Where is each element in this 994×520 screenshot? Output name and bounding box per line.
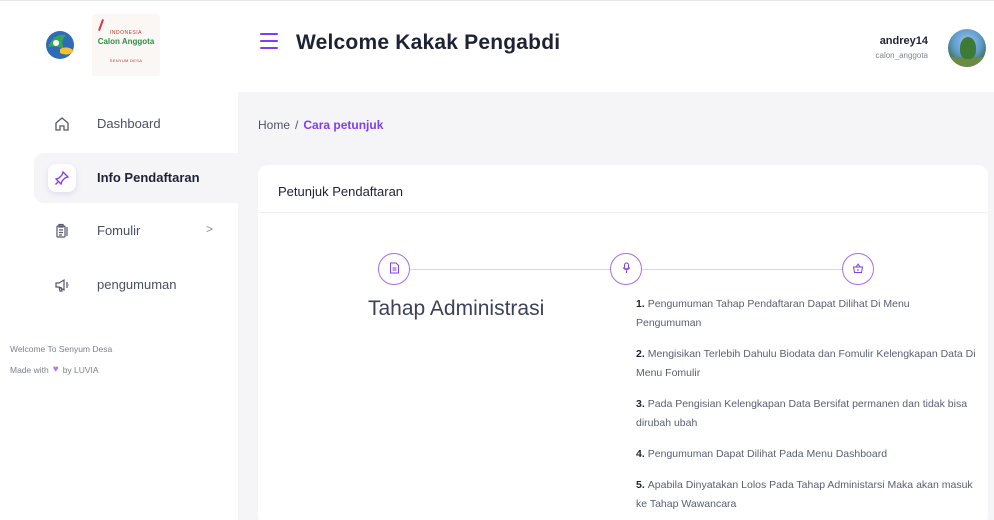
step-title: Tahap Administrasi — [368, 297, 545, 320]
top-header: INDONESIA Calon Anggota SENYUM DESA Welc… — [0, 0, 994, 92]
menu-toggle-button[interactable] — [260, 33, 278, 49]
step-administration[interactable] — [378, 253, 410, 285]
heart-icon: ♥ — [52, 364, 59, 375]
logo-country-text: INDONESIA — [109, 30, 142, 36]
footer-credit: Made with ♥ by LUVIA — [10, 364, 99, 375]
logo-main-text: Calon Anggota — [97, 37, 155, 46]
sidebar-item-label: Dashboard — [97, 116, 161, 131]
instructions-card: Petunjuk Pendaftaran Tahap Administrasi … — [258, 165, 988, 520]
main-content: Home / Cara petunjuk Petunjuk Pendaftaran … — [238, 92, 994, 520]
sidebar-item-info-pendaftaran[interactable]: Info Pendaftaran — [34, 153, 238, 203]
hamburger-icon — [260, 33, 278, 35]
list-item: 5. Apabila Dinyatakan Lolos Pada Tahap Ad… — [636, 479, 973, 510]
sidebar-item-fomulir[interactable]: Fomulir > — [34, 206, 238, 256]
sidebar-item-dashboard[interactable]: Dashboard — [34, 99, 238, 149]
list-item: 1. Pengumuman Tahap Pendaftaran Dapat Dil… — [636, 298, 910, 329]
list-item: 3. Pada Pengisian Kelengkapan Data Bersif… — [636, 398, 968, 429]
footer-made-with: Made with — [10, 364, 49, 375]
megaphone-icon — [48, 271, 76, 299]
card-header: Petunjuk Pendaftaran — [258, 165, 988, 213]
breadcrumb-current: Cara petunjuk — [303, 118, 384, 132]
list-item: 2. Mengisikan Terlebih Dahulu Biodata dan… — [636, 348, 976, 379]
list-item: 4. Pengumuman Dapat Dilihat Pada Menu Das… — [636, 448, 888, 460]
basket-icon — [852, 262, 864, 277]
organization-logo[interactable] — [42, 27, 78, 63]
avatar[interactable] — [948, 29, 986, 67]
microphone-icon — [621, 262, 632, 277]
step-final[interactable] — [842, 253, 874, 285]
card-title: Petunjuk Pendaftaran — [278, 184, 404, 199]
breadcrumb-home[interactable]: Home — [258, 118, 290, 132]
sidebar: Dashboard Info Pendaftaran Fomulir > pen… — [0, 92, 238, 520]
user-name[interactable]: andrey14 — [880, 35, 928, 47]
user-role: calon_anggota — [875, 51, 929, 60]
breadcrumb-separator: / — [295, 118, 299, 132]
clipboard-icon — [48, 217, 76, 245]
logo-sub-text: SENYUM DESA — [109, 58, 143, 63]
instruction-list: 1. Pengumuman Tahap Pendaftaran Dapat Dil… — [636, 295, 976, 520]
footer-welcome-text: Welcome To Senyum Desa — [10, 344, 113, 354]
breadcrumb: Home / Cara petunjuk — [258, 118, 383, 132]
sidebar-item-label: Fomulir — [97, 223, 141, 238]
step-interview[interactable] — [610, 253, 642, 285]
sidebar-item-pengumuman[interactable]: pengumuman — [34, 260, 238, 310]
calon-anggota-logo[interactable]: INDONESIA Calon Anggota SENYUM DESA — [92, 14, 160, 76]
home-icon — [48, 110, 76, 138]
document-icon — [389, 262, 400, 277]
sidebar-item-label: pengumuman — [97, 277, 177, 292]
pin-icon — [48, 164, 76, 192]
chevron-right-icon: > — [206, 222, 214, 236]
footer-by: by LUVIA — [62, 364, 99, 375]
sidebar-item-label: Info Pendaftaran — [97, 170, 200, 185]
page-title: Welcome Kakak Pengabdi — [296, 31, 561, 54]
